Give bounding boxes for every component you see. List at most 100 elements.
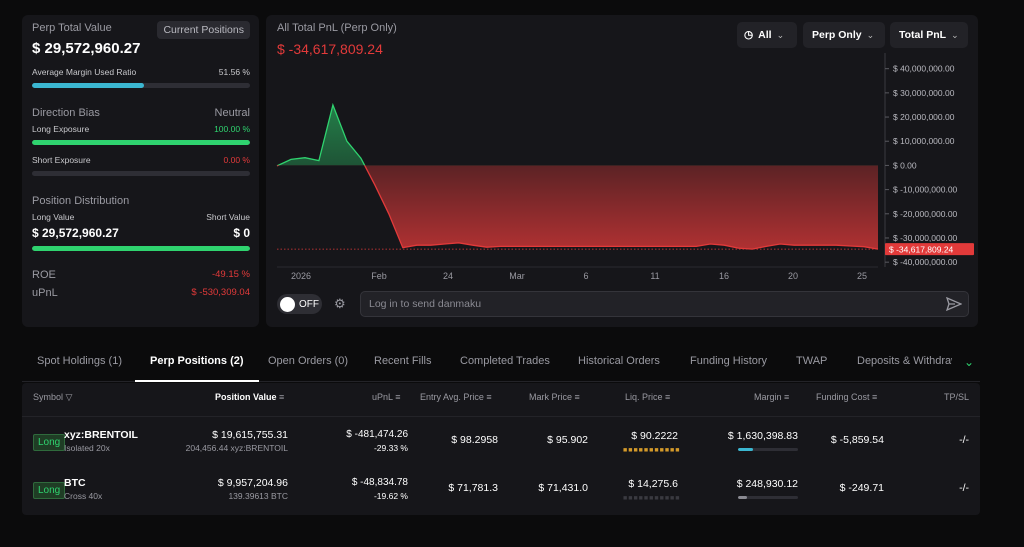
tpsl-value[interactable]: -/- [959, 434, 969, 446]
liq-distance-dots: ■■■■■■■■■■■ [623, 495, 681, 502]
scope-dropdown-label: Perp Only [812, 29, 862, 41]
pnl-area-negative [277, 165, 878, 250]
tpsl-value[interactable]: -/- [959, 482, 969, 494]
chart-title: All Total PnL (Perp Only) [277, 22, 397, 34]
portfolio-summary-panel: Perp Total Value Current Positions $ 29,… [22, 15, 259, 327]
side-badge: Long [33, 434, 66, 451]
y-tick-label: $ -10,000,000.00 [893, 185, 958, 195]
side-badge: Long [33, 482, 66, 499]
chevron-down-icon: ⌄ [951, 29, 959, 40]
tab-deposits-withdraw[interactable]: Deposits & Withdraw [857, 348, 952, 382]
short-value: $ 0 [233, 226, 250, 240]
table-row[interactable]: Long xyz:BRENTOIL Isolated 20x $ 19,615,… [22, 416, 980, 464]
x-tick-label: 25 [857, 271, 867, 281]
short-value-label: Short Value [206, 212, 250, 222]
current-positions-badge[interactable]: Current Positions [157, 21, 250, 39]
pnl-chart-panel: $ 40,000,000.00 $ 30,000,000.00 $ 20,000,0… [266, 15, 978, 327]
mark-price: $ 71,431.0 [538, 482, 588, 494]
liq-distance-dots: ■■■■■■■■■■■ [623, 447, 681, 454]
short-exposure-label: Short Exposure [32, 155, 91, 165]
short-exposure-bar [32, 171, 250, 176]
mark-price: $ 95.902 [547, 434, 588, 446]
tab-open-orders[interactable]: Open Orders (0) [268, 348, 348, 382]
position-size: 204,456.44 xyz:BRENTOIL [185, 443, 288, 453]
danmaku-placeholder: Log in to send danmaku [369, 298, 482, 310]
danmaku-toggle-label: OFF [299, 298, 319, 310]
entry-price: $ 71,781.3 [448, 482, 498, 494]
tab-recent-fills[interactable]: Recent Fills [374, 348, 431, 382]
header-liq-price[interactable]: Liq. Price ≡ [625, 392, 670, 402]
avg-margin-value: 51.56 % [218, 67, 250, 77]
filter-icon: ▽ [65, 392, 73, 402]
send-icon[interactable] [946, 297, 962, 311]
funding-cost: $ -5,859.54 [830, 434, 884, 446]
margin-bar [738, 496, 798, 499]
upnl-percent: -29.33 % [373, 443, 408, 453]
tab-completed-trades[interactable]: Completed Trades [460, 348, 550, 382]
direction-bias-label: Direction Bias [32, 107, 100, 119]
position-size: 139.39613 BTC [228, 491, 288, 501]
clock-icon: ◷ [744, 29, 754, 41]
chevron-down-icon: ⌄ [776, 29, 785, 40]
gear-icon[interactable]: ⚙ [334, 297, 348, 311]
chevron-down-icon[interactable]: ⌄ [964, 355, 974, 369]
liq-price: $ 14,275.6 [628, 478, 678, 490]
positions-table: Symbol ▽ Position Value ≡ uPnL ≡ Entry A… [22, 383, 980, 515]
tab-perp-positions[interactable]: Perp Positions (2) [135, 348, 259, 382]
header-mark-price[interactable]: Mark Price ≡ [529, 392, 580, 402]
y-tick-label: $ 0.00 [893, 160, 917, 170]
header-symbol[interactable]: Symbol ▽ [33, 392, 72, 403]
symbol-name[interactable]: xyz:BRENTOIL [64, 429, 138, 441]
margin-value: $ 248,930.12 [736, 478, 798, 490]
funding-cost: $ -249.71 [839, 482, 884, 494]
tab-spot-holdings[interactable]: Spot Holdings (1) [37, 348, 122, 382]
entry-price: $ 98.2958 [451, 434, 498, 446]
header-margin[interactable]: Margin ≡ [754, 392, 789, 402]
header-upnl[interactable]: uPnL ≡ [372, 392, 400, 402]
long-exposure-bar [32, 140, 250, 145]
scope-dropdown[interactable]: Perp Only ⌄ [803, 22, 885, 48]
position-distribution-bar [32, 246, 250, 251]
upnl: $ -48,834.78 [351, 477, 408, 488]
header-entry-price[interactable]: Entry Avg. Price ≡ [420, 392, 492, 402]
short-exposure-value: 0.00 % [223, 155, 250, 165]
roe-value: -49.15 % [211, 269, 250, 280]
danmaku-input[interactable]: Log in to send danmaku [360, 291, 969, 317]
y-tick-label: $ 30,000,000.00 [893, 88, 955, 98]
tab-funding-history[interactable]: Funding History [690, 348, 767, 382]
table-row[interactable]: Long BTC Cross 40x $ 9,957,204.96 139.39… [22, 465, 980, 513]
x-tick-label: 11 [650, 271, 659, 281]
range-dropdown[interactable]: ◷ All ⌄ [737, 22, 797, 48]
position-distribution-label: Position Distribution [32, 195, 130, 207]
long-value-label: Long Value [32, 212, 75, 222]
x-tick-label: 24 [443, 271, 453, 281]
position-value: $ 19,615,755.31 [212, 429, 288, 441]
x-tick-label: 2026 [291, 271, 311, 281]
upnl-percent: -19.62 % [373, 491, 408, 501]
direction-bias-value: Neutral [214, 107, 250, 119]
upnl-value: $ -530,309.04 [191, 287, 250, 298]
sort-icon: ≡ [872, 392, 878, 402]
danmaku-toggle[interactable]: OFF [277, 294, 322, 314]
sort-icon: ≡ [784, 392, 790, 402]
sort-icon: ≡ [574, 392, 580, 402]
range-dropdown-label: All [758, 29, 772, 41]
header-funding-cost[interactable]: Funding Cost ≡ [816, 392, 877, 402]
y-tick-label: $ -30,000,000.00 [893, 233, 958, 243]
sort-icon: ≡ [665, 392, 671, 402]
x-tick-label: Mar [509, 271, 525, 281]
tab-historical-orders[interactable]: Historical Orders [578, 348, 660, 382]
liq-price: $ 90.2222 [631, 430, 678, 442]
header-position-value[interactable]: Position Value ≡ [215, 392, 284, 402]
metric-dropdown[interactable]: Total PnL ⌄ [890, 22, 968, 48]
current-value-tag-label: $ -34,617,809.24 [889, 245, 954, 255]
tab-twap[interactable]: TWAP [796, 348, 827, 382]
symbol-name[interactable]: BTC [64, 477, 86, 489]
y-tick-label: $ -40,000,000.00 [893, 257, 958, 267]
margin-bar [738, 448, 798, 451]
y-tick-label: $ 40,000,000.00 [893, 64, 955, 74]
metric-dropdown-label: Total PnL [899, 29, 947, 41]
sort-icon: ≡ [279, 392, 285, 402]
y-tick-label: $ -20,000,000.00 [893, 209, 958, 219]
margin-mode: Cross 40x [64, 491, 103, 501]
